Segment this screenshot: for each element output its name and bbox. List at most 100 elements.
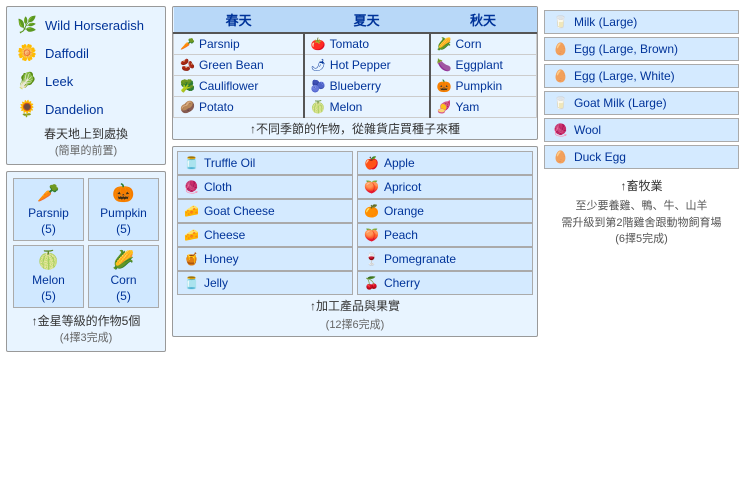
artisan-item: Jelly (177, 271, 353, 295)
star-crop-count: (5) (41, 222, 56, 236)
right-column: Milk (Large) Egg (Large, Brown) Egg (Lar… (544, 6, 739, 498)
artisan-item: Truffle Oil (177, 151, 353, 175)
crop-name: Green Bean (199, 58, 264, 72)
livestock-name: Egg (Large, Brown) (574, 42, 678, 56)
livestock-name: Milk (Large) (574, 15, 637, 29)
egg-icon (553, 42, 568, 56)
artisan-left-col: Truffle Oil Cloth Goat Cheese Cheese Hon… (177, 151, 353, 295)
star-crop-name: Corn (110, 273, 136, 287)
plant-name: Daffodil (45, 46, 89, 61)
season-cell: Parsnip (174, 33, 304, 55)
season-cell: Cauliflower (174, 76, 304, 97)
season-cell: Melon (304, 97, 430, 118)
crop-name: Melon (330, 100, 363, 114)
artisan-name: Cherry (384, 276, 420, 290)
livestock-name: Egg (Large, White) (574, 69, 675, 83)
honey-icon (184, 252, 199, 266)
star-crops-caption: ↑金星等級的作物5個 (4擇3完成) (13, 312, 159, 345)
artisan-box: Truffle Oil Cloth Goat Cheese Cheese Hon… (172, 146, 538, 337)
cauliflower-icon (180, 79, 195, 93)
season-row: Green BeanHot PepperEggplant (174, 55, 537, 76)
goatcheese-icon (184, 204, 199, 218)
corn-icon (437, 37, 452, 51)
cherry-icon (364, 276, 379, 290)
jelly-icon (184, 276, 199, 290)
potato-icon (180, 100, 195, 114)
mid-column: 春天夏天秋天 ParsnipTomatoCornGreen BeanHot Pe… (172, 6, 538, 498)
artisan-name: Apricot (384, 180, 421, 194)
star-crop-count: (5) (41, 289, 56, 303)
artisan-name: Peach (384, 228, 418, 242)
star-crop-name: Parsnip (28, 206, 69, 220)
milk-icon (553, 15, 568, 29)
season-row: Potato Melon Yam (174, 97, 537, 118)
seasons-body: Parsnip Tomato Corn Green BeanHot PepperEgg… (174, 33, 537, 118)
star-crop-item: Parsnip (5) (13, 178, 84, 241)
apple-icon (364, 156, 379, 170)
star-crops-box: Parsnip (5) Pumpkin (5) Melon (5) Corn (… (6, 171, 166, 352)
star-crop-count: (5) (116, 222, 131, 236)
pomegranate-icon (364, 252, 379, 266)
main-container: Wild Horseradish Daffodil Leek Dandelion… (0, 0, 745, 504)
parsnip-icon (180, 37, 195, 51)
artisan-item: Goat Cheese (177, 199, 353, 223)
apricot-icon (364, 180, 379, 194)
crop-name: Corn (455, 37, 481, 51)
crop-name: Pumpkin (455, 79, 502, 93)
crop-name: Potato (199, 100, 234, 114)
artisan-caption: ↑加工產品與果實 (177, 295, 533, 316)
left-column: Wild Horseradish Daffodil Leek Dandelion… (6, 6, 166, 498)
season-header: 夏天 (304, 7, 430, 33)
artisan-item: Apple (357, 151, 533, 175)
star-crop-count: (5) (116, 289, 131, 303)
artisan-name: Cheese (204, 228, 245, 242)
peach-icon (364, 228, 379, 242)
yam-icon (437, 100, 452, 114)
season-cell: Eggplant (430, 55, 537, 76)
livestock-name: Duck Egg (574, 150, 626, 164)
duckegg-icon (553, 150, 568, 164)
artisan-name: Apple (384, 156, 415, 170)
parsnip-icon (37, 183, 59, 204)
livestock-name: Goat Milk (Large) (574, 96, 667, 110)
seasons-caption: ↑不同季節的作物，從雜貨店買種子來種 (173, 118, 537, 139)
plant-name: Dandelion (45, 102, 104, 117)
plant-name: Wild Horseradish (45, 18, 144, 33)
season-cell: Tomato (304, 33, 430, 55)
seasons-table: 春天夏天秋天 ParsnipTomatoCornGreen BeanHot Pe… (173, 7, 537, 118)
egg-icon (553, 69, 568, 83)
corn-icon (112, 250, 134, 271)
crop-name: Tomato (330, 37, 369, 51)
livestock-item: Duck Egg (544, 145, 739, 169)
artisan-item: Honey (177, 247, 353, 271)
artisan-right-col: Apple Apricot Orange Peach Pomegranate C… (357, 151, 533, 295)
pumpkin-icon (437, 79, 452, 93)
livestock-item: Egg (Large, Brown) (544, 37, 739, 61)
crop-name: Parsnip (199, 37, 240, 51)
livestock-caption: ↑畜牧業 (544, 177, 739, 194)
artisan-name: Goat Cheese (204, 204, 275, 218)
melon-icon (37, 250, 59, 271)
plant-item: Leek (15, 69, 157, 93)
daffodil-icon (15, 41, 39, 65)
greenbean-icon (180, 58, 195, 72)
season-cell: Green Bean (174, 55, 304, 76)
season-cell: Potato (174, 97, 304, 118)
wool-icon (553, 123, 568, 137)
livestock-item: Milk (Large) (544, 10, 739, 34)
leek-icon (15, 69, 39, 93)
season-cell: Blueberry (304, 76, 430, 97)
tomato-icon (311, 37, 326, 51)
dandelion-icon (15, 97, 39, 121)
livestock-name: Wool (574, 123, 601, 137)
artisan-item: Cloth (177, 175, 353, 199)
artisan-name: Jelly (204, 276, 228, 290)
artisan-name: Pomegranate (384, 252, 456, 266)
plant-item: Wild Horseradish (15, 13, 157, 37)
livestock-item: Egg (Large, White) (544, 64, 739, 88)
melon-icon (311, 100, 326, 114)
season-cell: Corn (430, 33, 537, 55)
crop-name: Yam (455, 100, 479, 114)
artisan-subcaption: (12擇6完成) (177, 316, 533, 332)
star-crop-item: Corn (5) (88, 245, 159, 308)
